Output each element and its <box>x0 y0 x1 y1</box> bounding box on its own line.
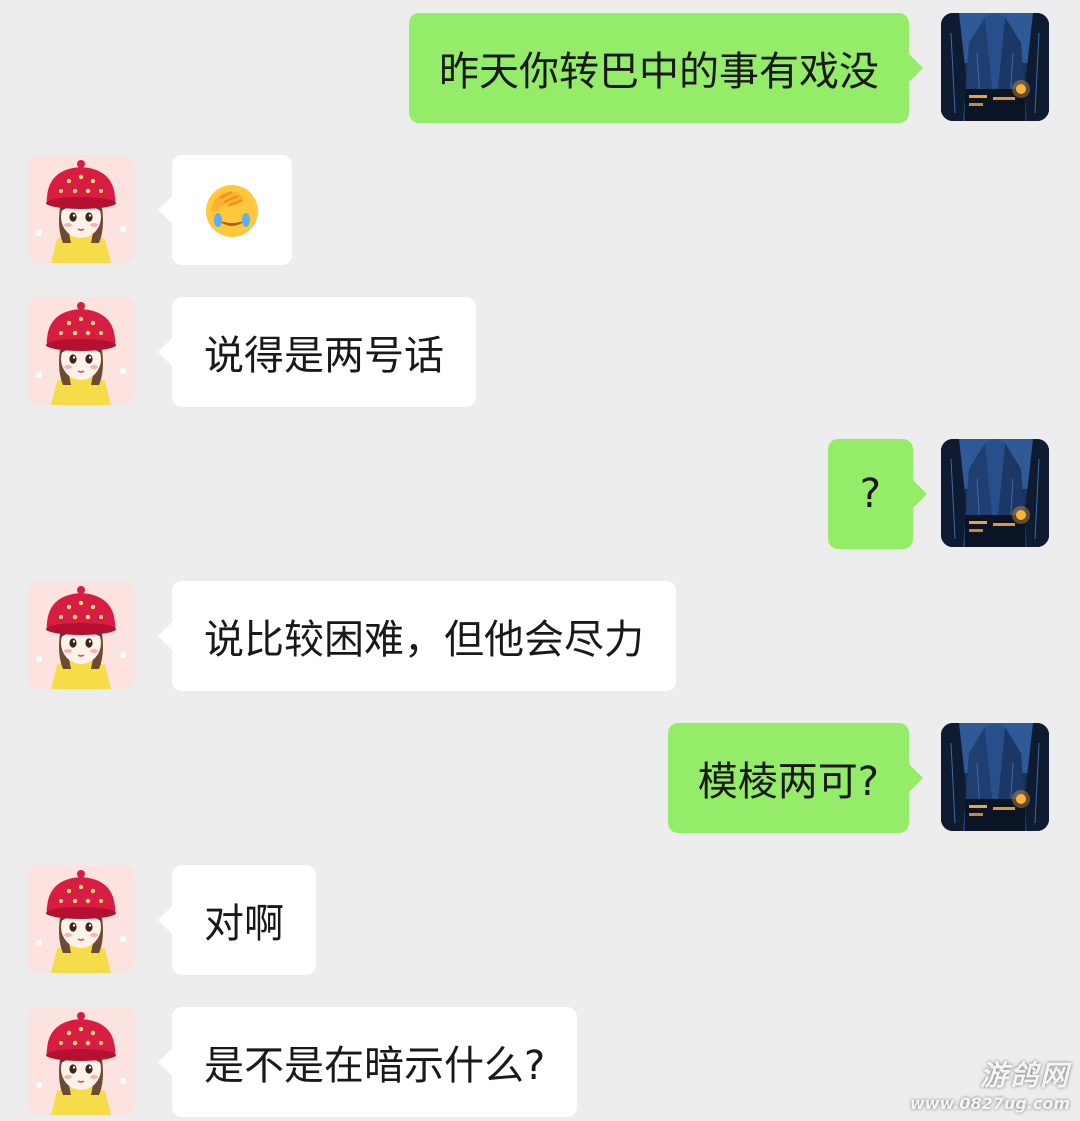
message-row <box>0 155 1080 265</box>
contact-avatar[interactable] <box>27 1007 135 1115</box>
message-text: 说比较困难，但他会尽力 <box>204 617 644 663</box>
message-row: 说比较困难，但他会尽力 <box>0 581 1080 691</box>
message-text: ? <box>859 471 881 517</box>
contact-avatar[interactable] <box>27 297 135 405</box>
outgoing-message-bubble[interactable]: ? <box>827 439 928 549</box>
incoming-message-bubble[interactable]: 对啊 <box>158 865 316 975</box>
watermark-url: www.0827ug.com <box>910 1094 1070 1113</box>
site-watermark: 游鸽网 www.0827ug.com <box>910 1054 1070 1113</box>
contact-avatar[interactable] <box>27 865 135 973</box>
outgoing-message-bubble[interactable]: 模棱两可? <box>667 723 924 833</box>
chat-screen: { "messages": [ {"side": "out", "type": … <box>0 0 1080 1121</box>
contact-avatar[interactable] <box>27 155 135 263</box>
message-text: 模棱两可? <box>697 759 879 805</box>
outgoing-message-bubble[interactable]: 昨天你转巴中的事有戏没 <box>409 13 923 123</box>
incoming-message-bubble[interactable]: 说比较困难，但他会尽力 <box>158 581 676 691</box>
incoming-message-bubble[interactable]: 是不是在暗示什么? <box>157 1007 578 1117</box>
watermark-name: 游鸽网 <box>979 1059 1070 1092</box>
message-text: 是不是在暗示什么? <box>204 1043 546 1089</box>
message-text: 昨天你转巴中的事有戏没 <box>439 49 879 95</box>
incoming-message-bubble[interactable] <box>158 155 292 265</box>
self-avatar[interactable] <box>941 13 1049 121</box>
message-row: 对啊 <box>0 865 1080 975</box>
message-row: 昨天你转巴中的事有戏没 <box>0 13 1080 123</box>
message-row: ? <box>0 439 1080 549</box>
message-text: 说得是两号话 <box>204 333 444 379</box>
message-text: 对啊 <box>204 901 284 947</box>
contact-avatar[interactable] <box>27 581 135 689</box>
self-avatar[interactable] <box>941 439 1049 547</box>
self-avatar[interactable] <box>941 723 1049 831</box>
facepalm-emoji-icon <box>206 185 258 237</box>
message-row: 模棱两可? <box>0 723 1080 833</box>
incoming-message-bubble[interactable]: 说得是两号话 <box>158 297 476 407</box>
message-row: 说得是两号话 <box>0 297 1080 407</box>
